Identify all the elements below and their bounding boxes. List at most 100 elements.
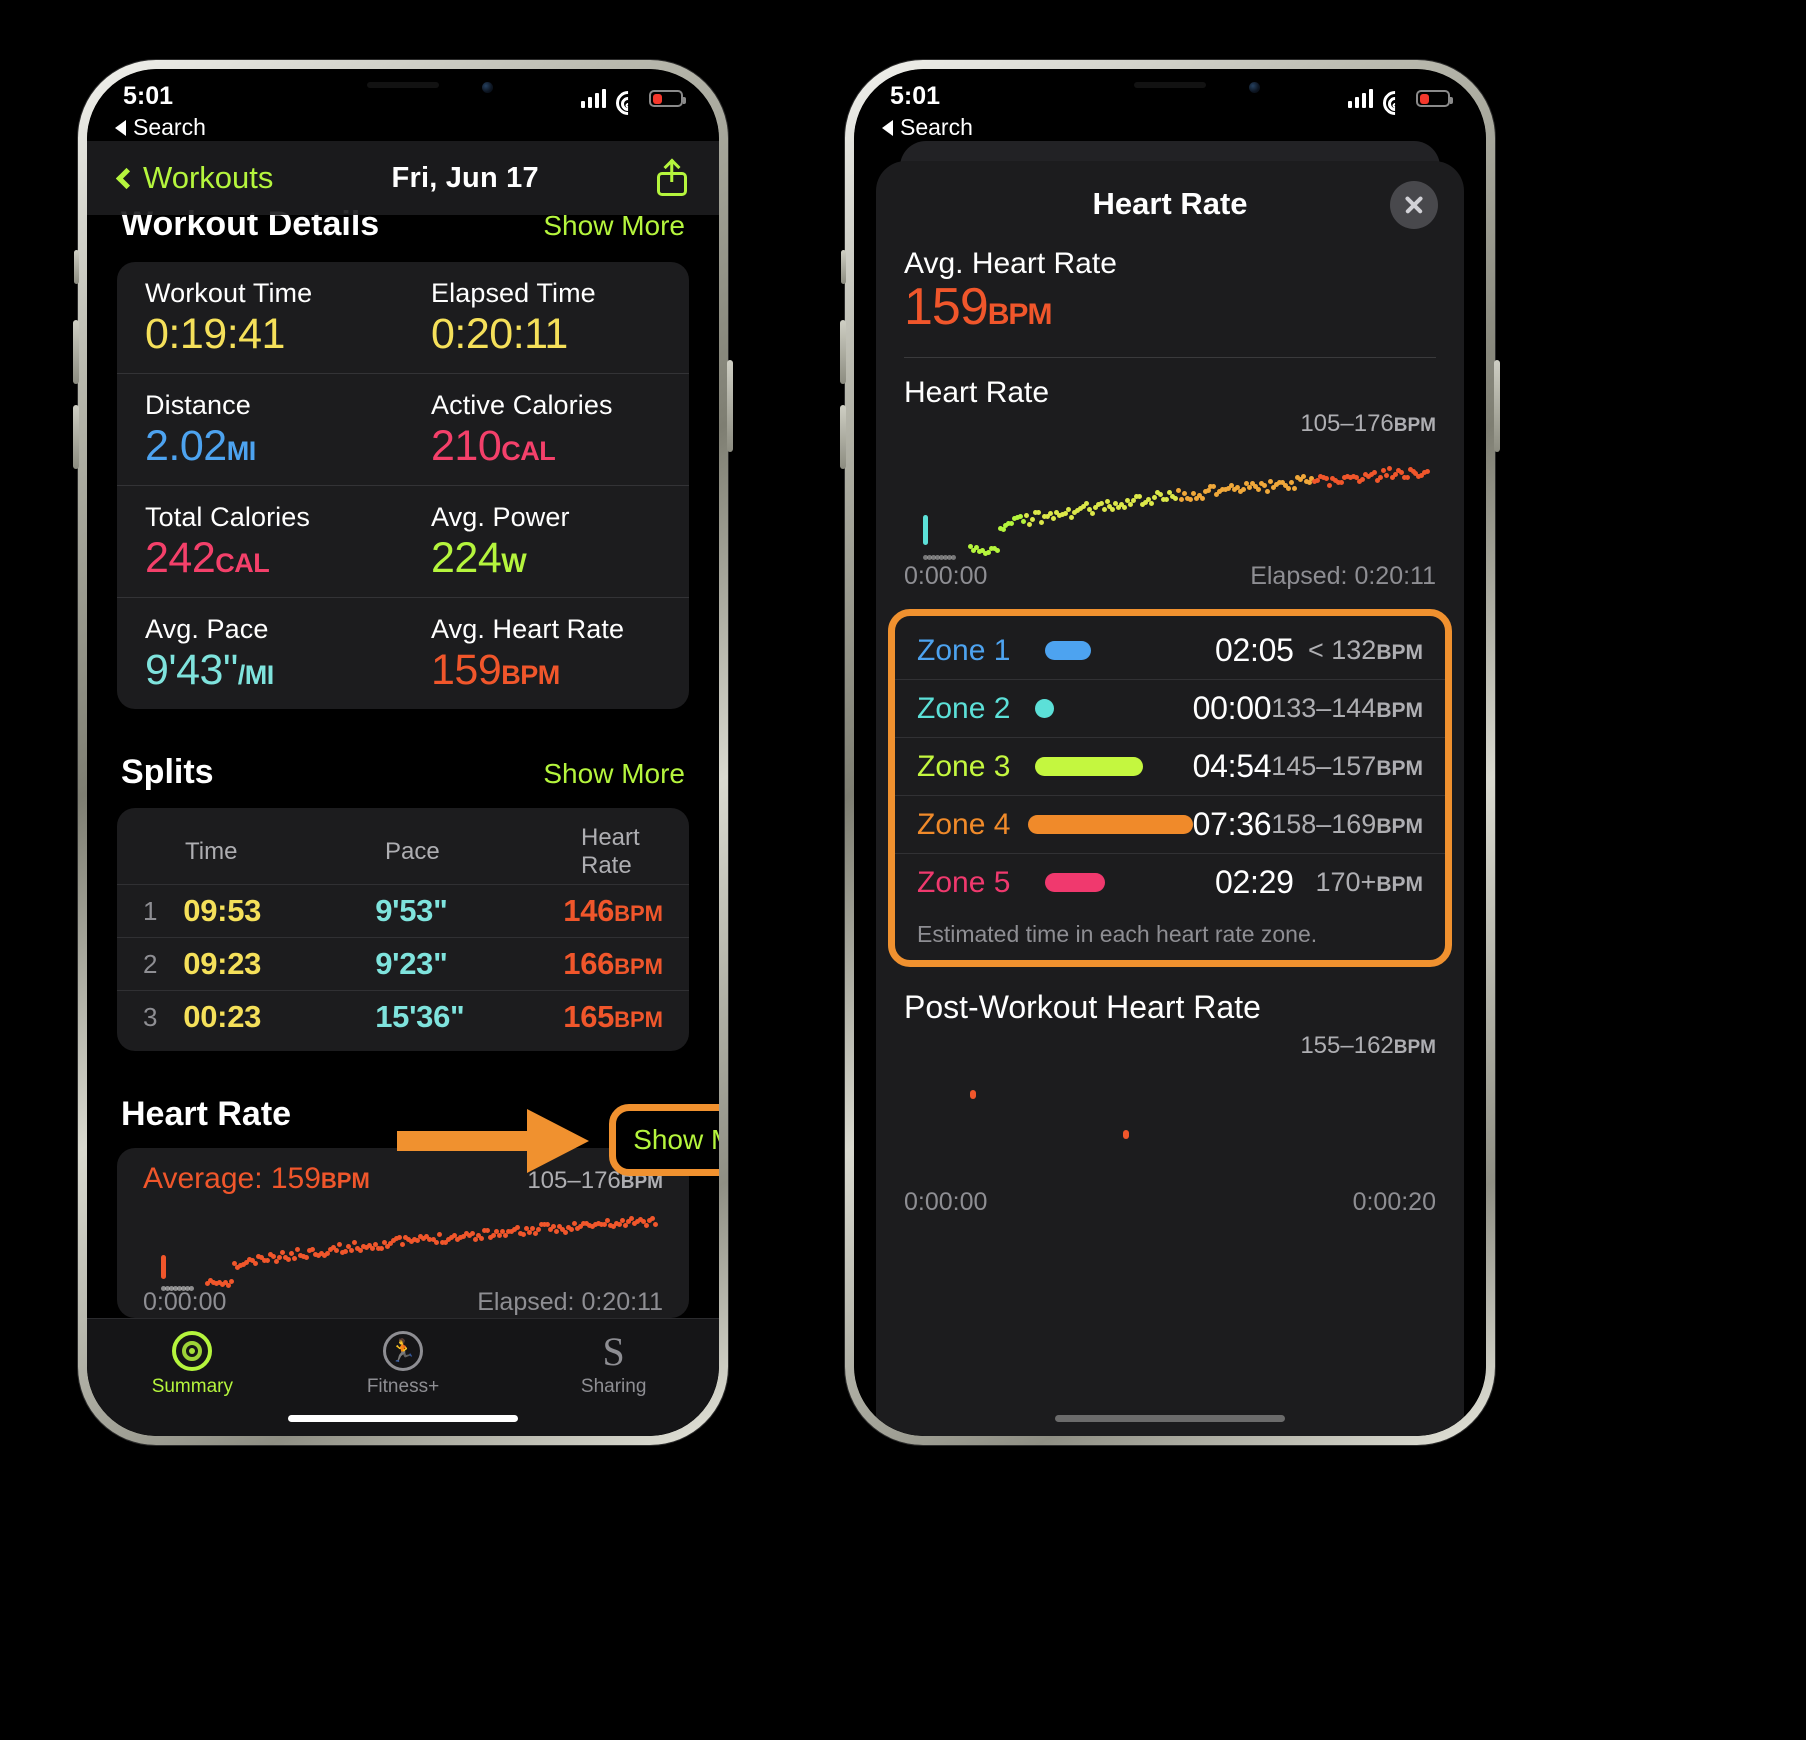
post-workout-scatter-plot [876, 1068, 1464, 1188]
runner-icon: 🏃 [383, 1331, 423, 1371]
zone-row[interactable]: Zone 3 04:54 145–157BPM [895, 737, 1445, 795]
split-hr-unit: BPM [614, 901, 663, 926]
front-camera-icon [482, 82, 493, 93]
hr-scatter-plot [143, 1200, 663, 1292]
hr-axis-end: Elapsed: 0:20:11 [1250, 562, 1436, 590]
stat-unit: CAL [215, 548, 270, 578]
zone-bar [1027, 815, 1193, 834]
stat-unit: W [501, 548, 527, 578]
tab-summary[interactable]: Summary [87, 1331, 298, 1398]
hr-axis-start: 0:00:00 [143, 1288, 227, 1316]
split-hr: 146 [563, 893, 615, 928]
back-triangle-icon [115, 119, 126, 136]
split-pace: 9'53" [375, 893, 448, 928]
screenshot-root: 5:01 Search Workouts Fri, Jun 17 Workout… [0, 0, 1806, 1740]
stat-value: 2.02 [145, 422, 227, 470]
zone-row[interactable]: Zone 2 00:00 133–144BPM [895, 679, 1445, 737]
status-time: 5:01 [890, 82, 941, 110]
split-hr: 166 [563, 946, 615, 981]
share-icon[interactable] [656, 158, 687, 196]
stats-row: Avg. Pace 9'43"/MI Avg. Heart Rate 159BP… [117, 597, 689, 709]
tab-label: Sharing [580, 1376, 647, 1397]
battery-icon [1416, 90, 1453, 107]
stat-label: Total Calories [145, 502, 310, 532]
status-time: 5:01 [123, 82, 174, 110]
zone-row[interactable]: Zone 5 02:29 170+BPM [895, 853, 1445, 911]
split-hr-unit: BPM [614, 1007, 663, 1032]
cellular-signal-icon [580, 89, 606, 108]
back-to-search-label: Search [133, 114, 206, 140]
back-to-search-link[interactable]: Search [87, 113, 719, 141]
stat-unit: BPM [501, 660, 560, 690]
nav-back-label: Workouts [143, 160, 274, 195]
avg-heart-rate-value: 159 [904, 278, 989, 336]
zones-note: Estimated time in each heart rate zone. [917, 921, 1318, 947]
right-screen: 5:01 Search Heart Rate Avg. Heart Rate 1… [854, 69, 1486, 1436]
workout-details-card: Workout Time 0:19:41 Elapsed Time 0:20:1… [117, 262, 689, 709]
stat-avg-pace: Avg. Pace 9'43"/MI [117, 597, 403, 709]
zone-time: 00:00 [1192, 690, 1272, 726]
table-row: 2 09:23 9'23" 166BPM [117, 937, 689, 990]
zone-range: 170+BPM [1315, 867, 1424, 897]
hr-axis-start: 0:00:00 [904, 562, 988, 590]
zone-name: Zone 5 [917, 865, 1011, 899]
col-time: Time [185, 838, 238, 865]
avg-heart-rate-unit: BPM [987, 298, 1053, 331]
phone-right: 5:01 Search Heart Rate Avg. Heart Rate 1… [840, 60, 1500, 1445]
nav-bar: Workouts Fri, Jun 17 [87, 141, 719, 215]
stat-value: 159 [431, 646, 502, 694]
stat-avg-power: Avg. Power 224W [403, 485, 689, 597]
zone-bar [1045, 641, 1091, 660]
splits-show-more[interactable]: Show More [543, 758, 685, 790]
divider [904, 357, 1436, 358]
heart-rate-zones-table: Zone 1 02:05 < 132BPM Zone 2 00:00 133–1… [888, 609, 1452, 967]
post-axis-end: 0:00:20 [1352, 1188, 1436, 1216]
stat-label: Elapsed Time [431, 278, 596, 308]
heart-rate-chart-block: Heart Rate 105–176BPM 0:00:00 Elapsed: 0… [876, 376, 1464, 591]
zone-row[interactable]: Zone 4 07:36 158–169BPM [895, 795, 1445, 853]
stat-value: 9'43" [145, 646, 238, 694]
post-workout-range: 155–162BPM [1300, 1032, 1436, 1059]
split-time: 09:53 [183, 893, 262, 928]
splits-header-row: Time Pace Heart Rate [117, 814, 689, 884]
zone-row[interactable]: Zone 1 02:05 < 132BPM [895, 622, 1445, 679]
back-to-search-label: Search [900, 114, 973, 140]
stat-value: 210 [431, 422, 502, 470]
col-pace: Pace [385, 838, 440, 865]
split-index: 1 [143, 895, 158, 926]
activity-rings-icon [172, 1331, 213, 1371]
stat-total-calories: Total Calories 242CAL [117, 485, 403, 597]
zone-time: 02:05 [1215, 632, 1294, 668]
cellular-signal-icon [1347, 89, 1373, 108]
zone-bar [1035, 699, 1055, 718]
heart-rate-show-more-button[interactable]: Show More [609, 1104, 719, 1176]
split-time: 00:23 [183, 999, 262, 1034]
modal-header: Heart Rate [876, 161, 1464, 247]
split-index: 2 [143, 948, 158, 979]
back-to-search-link[interactable]: Search [854, 113, 1486, 141]
avg-heart-rate-block: Avg. Heart Rate 159BPM [876, 247, 1464, 337]
post-workout-heading: Post-Workout Heart Rate [904, 989, 1261, 1025]
wifi-icon [610, 86, 645, 120]
table-row: 3 00:23 15'36" 165BPM [117, 990, 689, 1043]
heart-rate-chart-label: Heart Rate [904, 376, 1050, 409]
zone-time: 04:54 [1192, 748, 1272, 784]
heart-rate-chart-card: Average: 159BPM 105–176BPM 0:00:00 Elaps… [117, 1148, 689, 1318]
zone-range: < 132BPM [1308, 635, 1423, 665]
stat-avg-heart-rate: Avg. Heart Rate 159BPM [403, 597, 689, 709]
zone-range: 158–169BPM [1271, 809, 1423, 839]
tab-sharing[interactable]: S Sharing [508, 1329, 719, 1398]
heart-rate-title: Heart Rate [121, 1095, 292, 1133]
close-icon[interactable] [1390, 181, 1438, 229]
heart-rate-chart-range: 105–176BPM [1300, 410, 1436, 437]
stat-label: Workout Time [145, 278, 313, 308]
split-pace: 9'23" [375, 946, 448, 981]
chevron-left-icon [115, 167, 138, 189]
front-camera-icon [1249, 82, 1260, 93]
nav-back-button[interactable]: Workouts [115, 160, 274, 196]
zone-name: Zone 3 [917, 749, 1011, 783]
heart-rate-modal: Heart Rate Avg. Heart Rate 159BPM Heart … [876, 161, 1464, 1436]
stat-distance: Distance 2.02MI [117, 373, 403, 485]
tab-fitness-plus[interactable]: 🏃 Fitness+ [298, 1331, 509, 1398]
zone-time: 02:29 [1215, 864, 1294, 900]
